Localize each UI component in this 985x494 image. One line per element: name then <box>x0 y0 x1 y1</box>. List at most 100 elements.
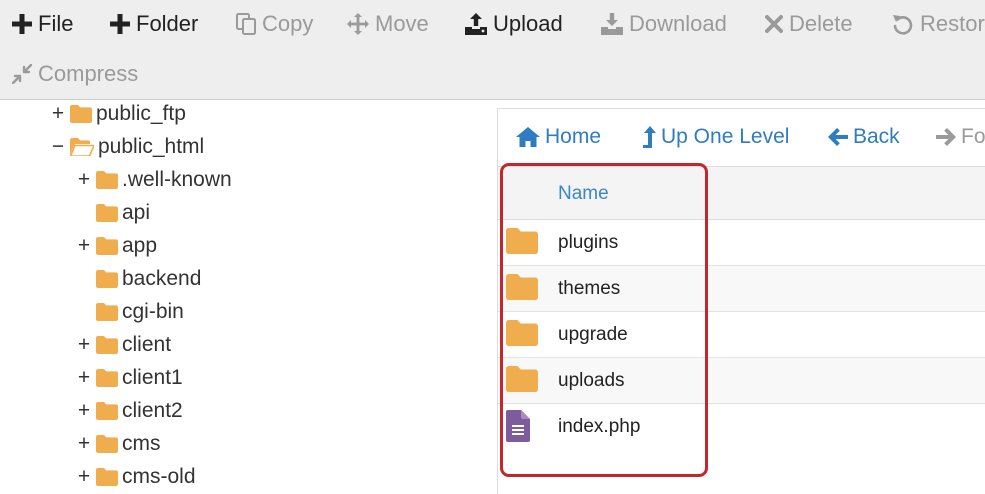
tree-item-label: cms-old <box>122 464 196 488</box>
move-button[interactable]: Move <box>347 4 429 44</box>
tree-item-label: cgi-bin <box>122 299 184 323</box>
tree-item-api[interactable]: api <box>76 196 150 229</box>
folder-icon <box>96 236 118 255</box>
compress-label: Compress <box>38 61 139 86</box>
tree-item-cms[interactable]: + cms <box>76 427 161 460</box>
tree-item-client[interactable]: + client <box>76 328 171 361</box>
expand-toggle[interactable]: + <box>76 328 92 361</box>
tree-item-well-known[interactable]: + .well-known <box>76 163 232 196</box>
expand-toggle[interactable]: + <box>76 361 92 394</box>
folder-icon <box>96 467 118 486</box>
table-row[interactable]: themes <box>498 266 985 312</box>
compress-icon <box>12 64 32 84</box>
home-label: Home <box>545 125 602 148</box>
folder-icon <box>506 228 538 254</box>
tree-item-app[interactable]: + app <box>76 229 157 262</box>
upload-icon <box>465 13 487 35</box>
download-label: Download <box>629 11 727 36</box>
expand-toggle[interactable]: + <box>76 460 92 493</box>
tree-item-client1[interactable]: + client1 <box>76 361 183 394</box>
download-button[interactable]: Download <box>601 4 727 44</box>
name-column-header[interactable]: Name <box>558 167 609 220</box>
copy-icon <box>236 13 256 35</box>
collapse-toggle[interactable]: − <box>50 130 66 163</box>
compress-button[interactable]: Compress <box>12 54 138 94</box>
plus-icon <box>110 14 130 34</box>
undo-icon <box>893 15 913 35</box>
table-row[interactable]: plugins <box>498 220 985 266</box>
upload-button[interactable]: Upload <box>465 4 563 44</box>
new-folder-button[interactable]: Folder <box>110 4 198 44</box>
file-name: upgrade <box>558 324 628 345</box>
file-manager: File Folder Copy Move Upload Download De… <box>0 0 985 494</box>
tree-item-cms-old[interactable]: + cms-old <box>76 460 196 493</box>
tree-item-label: backend <box>122 266 202 290</box>
tree-item-label: api <box>122 200 151 224</box>
tree-item-label: app <box>122 233 158 257</box>
back-label: Back <box>853 125 900 148</box>
level-up-icon <box>643 126 656 148</box>
no-toggle <box>76 196 92 229</box>
folder-icon <box>96 170 118 189</box>
new-file-label: File <box>38 11 74 36</box>
folder-icon <box>96 269 118 288</box>
forward-label: Fo <box>961 125 985 148</box>
no-toggle <box>76 262 92 295</box>
folder-tree: + public_ftp − public_html + .well-known… <box>0 100 497 494</box>
tree-item-label: .well-known <box>122 167 232 191</box>
tree-item-backend[interactable]: backend <box>76 262 201 295</box>
new-file-button[interactable]: File <box>12 4 73 44</box>
plus-icon <box>12 14 32 34</box>
tree-item-label: client1 <box>122 365 183 389</box>
table-row[interactable]: index.php <box>498 404 985 450</box>
delete-button[interactable]: Delete <box>765 4 853 44</box>
expand-toggle[interactable]: + <box>76 394 92 427</box>
tree-item-public-html[interactable]: − public_html <box>50 130 204 163</box>
close-icon <box>765 15 783 33</box>
folder-icon <box>506 274 538 300</box>
forward-button[interactable]: Fo <box>936 119 985 155</box>
file-name: uploads <box>558 370 625 391</box>
folder-icon <box>96 368 118 387</box>
toolbar: File Folder Copy Move Upload Download De… <box>0 0 985 100</box>
tree-item-cgi-bin[interactable]: cgi-bin <box>76 295 184 328</box>
tree-item-label: public_html <box>98 134 205 158</box>
restore-label: Restore <box>920 11 985 36</box>
home-button[interactable]: Home <box>516 119 601 155</box>
copy-button[interactable]: Copy <box>236 4 313 44</box>
back-button[interactable]: Back <box>828 119 900 155</box>
tree-item-label: client <box>122 332 172 356</box>
folder-icon <box>96 434 118 453</box>
tree-item-client2[interactable]: + client2 <box>76 394 183 427</box>
arrow-left-icon <box>828 128 848 146</box>
folder-icon <box>96 401 118 420</box>
restore-button[interactable]: Restore <box>892 4 985 44</box>
new-folder-label: Folder <box>136 11 199 36</box>
folder-icon <box>96 302 118 321</box>
file-list-panel: Home Up One Level Back Fo Name plugins t… <box>497 108 985 494</box>
expand-toggle[interactable]: + <box>50 100 66 130</box>
folder-icon <box>506 366 538 392</box>
table-row[interactable]: upgrade <box>498 312 985 358</box>
tree-item-public-ftp[interactable]: + public_ftp <box>50 100 186 130</box>
expand-toggle[interactable]: + <box>76 229 92 262</box>
arrow-right-icon <box>936 128 956 146</box>
expand-toggle[interactable]: + <box>76 427 92 460</box>
tree-item-label: cms <box>122 431 161 455</box>
table-row[interactable]: uploads <box>498 358 985 404</box>
upload-label: Upload <box>493 11 563 36</box>
folder-open-icon <box>70 137 94 156</box>
navigation-bar: Home Up One Level Back Fo <box>498 109 985 167</box>
expand-toggle[interactable]: + <box>76 163 92 196</box>
copy-label: Copy <box>262 11 314 36</box>
file-text-icon <box>506 410 530 442</box>
folder-icon <box>96 335 118 354</box>
table-header: Name <box>498 167 985 220</box>
folder-icon <box>70 104 92 123</box>
file-name: index.php <box>558 416 641 437</box>
file-name: themes <box>558 278 621 299</box>
file-table: Name plugins themes upgrade uploads inde… <box>498 167 985 450</box>
tree-item-label: public_ftp <box>96 101 186 125</box>
up-one-level-label: Up One Level <box>661 125 790 148</box>
up-one-level-button[interactable]: Up One Level <box>642 119 789 155</box>
